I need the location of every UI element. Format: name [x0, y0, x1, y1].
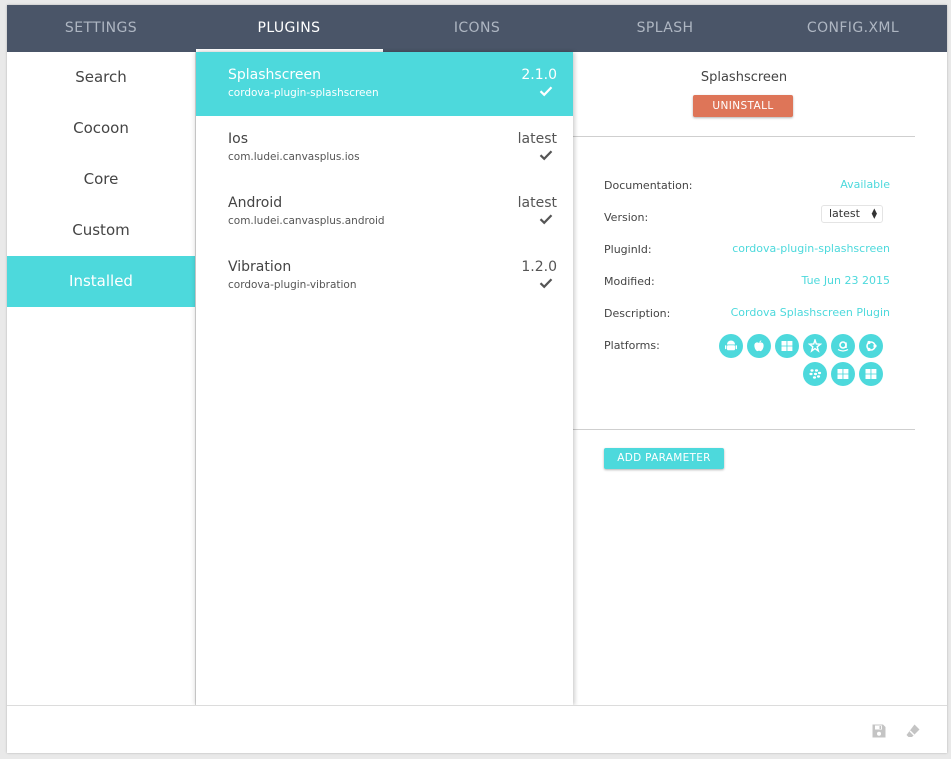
- divider: [573, 429, 915, 430]
- plugin-version: 2.1.0: [521, 67, 557, 83]
- sidebar: Search Cocoon Core Custom Installed: [7, 52, 196, 705]
- check-icon: [539, 86, 553, 97]
- plugin-version: latest: [517, 195, 557, 211]
- apple-icon: [747, 334, 771, 358]
- version-label: Version:: [604, 211, 649, 224]
- plugin-detail-panel: Splashscreen UNINSTALL Documentation: Av…: [573, 52, 947, 705]
- plugin-row-splashscreen[interactable]: Splashscreen cordova-plugin-splashscreen…: [196, 52, 573, 116]
- platforms-label: Platforms:: [604, 339, 660, 352]
- footer-bar: [7, 705, 947, 753]
- plugin-package: cordova-plugin-vibration: [228, 279, 357, 291]
- sidebar-item-installed[interactable]: Installed: [7, 256, 195, 307]
- uninstall-button[interactable]: UNINSTALL: [693, 95, 793, 117]
- plugin-version: latest: [517, 131, 557, 147]
- modified-value: Tue Jun 23 2015: [801, 274, 890, 287]
- modified-label: Modified:: [604, 275, 655, 288]
- plugin-row-vibration[interactable]: Vibration cordova-plugin-vibration 1.2.0: [196, 244, 573, 308]
- firefox-os-icon: [803, 334, 827, 358]
- plugin-package: com.ludei.canvasplus.android: [228, 215, 385, 227]
- blackberry-icon: [803, 362, 827, 386]
- plugin-package: com.ludei.canvasplus.ios: [228, 151, 360, 163]
- pluginid-label: PluginId:: [604, 243, 652, 256]
- divider: [573, 136, 915, 137]
- sidebar-item-search[interactable]: Search: [7, 52, 195, 103]
- tab-plugins[interactable]: PLUGINS: [195, 5, 383, 52]
- plugin-name: Ios: [228, 131, 248, 147]
- sidebar-item-cocoon[interactable]: Cocoon: [7, 103, 195, 154]
- plugin-name: Android: [228, 195, 283, 211]
- plugin-row-android[interactable]: Android com.ludei.canvasplus.android lat…: [196, 180, 573, 244]
- tab-splash[interactable]: SPLASH: [571, 5, 759, 52]
- windows-icon: [775, 334, 799, 358]
- description-value: Cordova Splashscreen Plugin: [730, 306, 890, 319]
- plugin-package: cordova-plugin-splashscreen: [228, 87, 379, 99]
- plugin-row-ios[interactable]: Ios com.ludei.canvasplus.ios latest: [196, 116, 573, 180]
- check-icon: [539, 278, 553, 289]
- amazon-icon: [831, 334, 855, 358]
- documentation-label: Documentation:: [604, 179, 693, 192]
- tab-icons[interactable]: ICONS: [383, 5, 571, 52]
- add-parameter-button[interactable]: ADD PARAMETER: [604, 448, 724, 469]
- version-select-value: latest: [829, 207, 860, 220]
- check-icon: [539, 150, 553, 161]
- top-nav: SETTINGS PLUGINS ICONS SPLASH CONFIG.XML: [7, 5, 947, 52]
- pluginid-value: cordova-plugin-splashscreen: [732, 242, 890, 255]
- plugin-name: Vibration: [228, 259, 292, 275]
- eraser-icon[interactable]: [905, 723, 921, 739]
- description-label: Description:: [604, 307, 671, 320]
- windows-icon: [859, 362, 883, 386]
- check-icon: [539, 214, 553, 225]
- windows-icon: [831, 362, 855, 386]
- plugin-name: Splashscreen: [228, 67, 321, 83]
- ubuntu-icon: [859, 334, 883, 358]
- sidebar-item-core[interactable]: Core: [7, 154, 195, 205]
- android-icon: [719, 334, 743, 358]
- tab-settings[interactable]: SETTINGS: [7, 5, 195, 52]
- plugin-version: 1.2.0: [521, 259, 557, 275]
- documentation-link[interactable]: Available: [840, 178, 890, 191]
- plugin-detail-title: Splashscreen: [700, 70, 788, 85]
- tab-config-xml[interactable]: CONFIG.XML: [759, 5, 947, 52]
- save-icon[interactable]: [871, 723, 887, 739]
- app-window: SETTINGS PLUGINS ICONS SPLASH CONFIG.XML…: [7, 5, 947, 753]
- plugin-list: Splashscreen cordova-plugin-splashscreen…: [196, 52, 573, 705]
- sidebar-item-custom[interactable]: Custom: [7, 205, 195, 256]
- select-arrows-icon: ▲ ▼: [871, 207, 877, 220]
- version-select[interactable]: latest ▲ ▼: [821, 205, 883, 223]
